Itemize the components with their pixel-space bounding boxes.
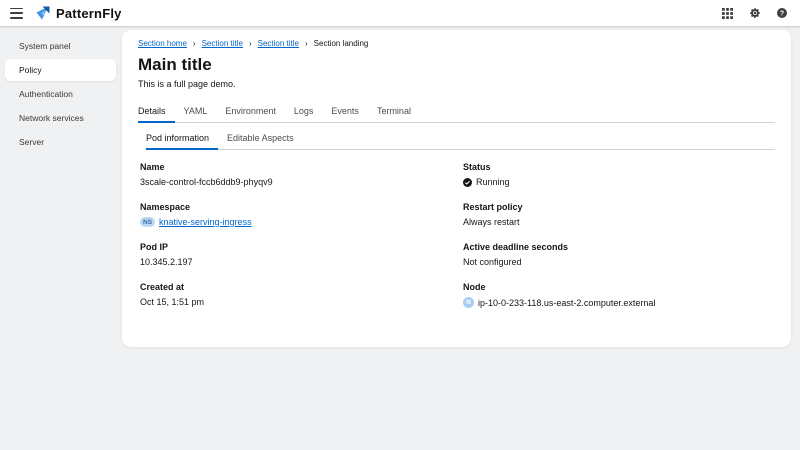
namespace-badge: NS (140, 217, 155, 227)
check-circle-icon (463, 178, 472, 187)
chevron-right-icon: › (249, 40, 252, 48)
field-name: Name 3scale-control-fccb6ddb9-phyqv9 (140, 162, 463, 187)
field-namespace: Namespace NS knative-serving-ingress (140, 202, 463, 227)
field-label: Namespace (140, 202, 463, 212)
description-column-right: Status Running Restart p (463, 162, 775, 323)
breadcrumb-link-section-title-2[interactable]: Section title (258, 39, 299, 48)
namespace-link[interactable]: knative-serving-ingress (159, 217, 252, 227)
status-text: Running (476, 177, 510, 187)
subtab-editable-aspects[interactable]: Editable Aspects (218, 129, 303, 149)
brand-logo[interactable]: PatternFly (35, 5, 122, 21)
node-badge: N (463, 297, 474, 308)
page-subtitle: This is a full page demo. (138, 79, 775, 89)
field-value: Not configured (463, 257, 775, 267)
tab-terminal[interactable]: Terminal (368, 102, 420, 122)
field-value: 10.345.2.197 (140, 257, 463, 267)
sidebar-item-system-panel[interactable]: System panel (5, 35, 116, 57)
chevron-right-icon: › (193, 40, 196, 48)
field-label: Pod IP (140, 242, 463, 252)
breadcrumb-current: Section landing (314, 39, 369, 48)
field-value: Running (463, 177, 775, 187)
tab-environment[interactable]: Environment (216, 102, 285, 122)
secondary-tabs: Pod information Editable Aspects (146, 129, 775, 150)
grid-apps-icon[interactable] (721, 7, 734, 20)
masthead-actions: ? (721, 7, 788, 20)
field-label: Created at (140, 282, 463, 292)
field-label: Node (463, 282, 775, 292)
field-restart-policy: Restart policy Always restart (463, 202, 775, 227)
pod-description-list: Name 3scale-control-fccb6ddb9-phyqv9 Nam… (140, 162, 775, 323)
breadcrumb: Section home › Section title › Section t… (138, 39, 775, 48)
tab-yaml[interactable]: YAML (175, 102, 217, 122)
field-status: Status Running (463, 162, 775, 187)
masthead: PatternFly ? (0, 0, 800, 26)
tab-logs[interactable]: Logs (285, 102, 323, 122)
field-pod-ip: Pod IP 10.345.2.197 (140, 242, 463, 267)
tab-details[interactable]: Details (138, 102, 175, 122)
field-label: Status (463, 162, 775, 172)
gear-icon[interactable] (748, 7, 761, 20)
field-value: 3scale-control-fccb6ddb9-phyqv9 (140, 177, 463, 187)
content-panel: Section home › Section title › Section t… (122, 30, 791, 347)
field-label: Restart policy (463, 202, 775, 212)
question-circle-icon[interactable]: ? (775, 7, 788, 20)
main-content: Section home › Section title › Section t… (121, 26, 800, 450)
patternfly-logo-icon (35, 5, 51, 21)
field-active-deadline-seconds: Active deadline seconds Not configured (463, 242, 775, 267)
brand-name: PatternFly (56, 6, 122, 21)
field-node: Node N ip-10-0-233-118.us-east-2.compute… (463, 282, 775, 308)
sidebar-item-authentication[interactable]: Authentication (5, 83, 116, 105)
breadcrumb-link-section-title-1[interactable]: Section title (202, 39, 243, 48)
tab-events[interactable]: Events (322, 102, 368, 122)
field-label: Name (140, 162, 463, 172)
breadcrumb-link-section-home[interactable]: Section home (138, 39, 187, 48)
primary-tabs: Details YAML Environment Logs Events Ter… (138, 102, 775, 123)
node-text: ip-10-0-233-118.us-east-2.computer.exter… (478, 298, 655, 308)
field-value: N ip-10-0-233-118.us-east-2.computer.ext… (463, 297, 775, 308)
svg-text:?: ? (779, 11, 783, 18)
field-value: NS knative-serving-ingress (140, 217, 463, 227)
sidebar-nav: System panel Policy Authentication Netwo… (0, 26, 121, 450)
sidebar-item-server[interactable]: Server (5, 131, 116, 153)
field-value: Oct 15, 1:51 pm (140, 297, 463, 307)
field-value: Always restart (463, 217, 775, 227)
sidebar-item-policy[interactable]: Policy (5, 59, 116, 81)
chevron-right-icon: › (305, 40, 308, 48)
sidebar-item-network-services[interactable]: Network services (5, 107, 116, 129)
hamburger-menu-icon[interactable] (10, 8, 23, 19)
description-column-left: Name 3scale-control-fccb6ddb9-phyqv9 Nam… (140, 162, 463, 323)
page-title: Main title (138, 55, 775, 75)
subtab-pod-information[interactable]: Pod information (146, 129, 218, 149)
field-created-at: Created at Oct 15, 1:51 pm (140, 282, 463, 307)
field-label: Active deadline seconds (463, 242, 775, 252)
